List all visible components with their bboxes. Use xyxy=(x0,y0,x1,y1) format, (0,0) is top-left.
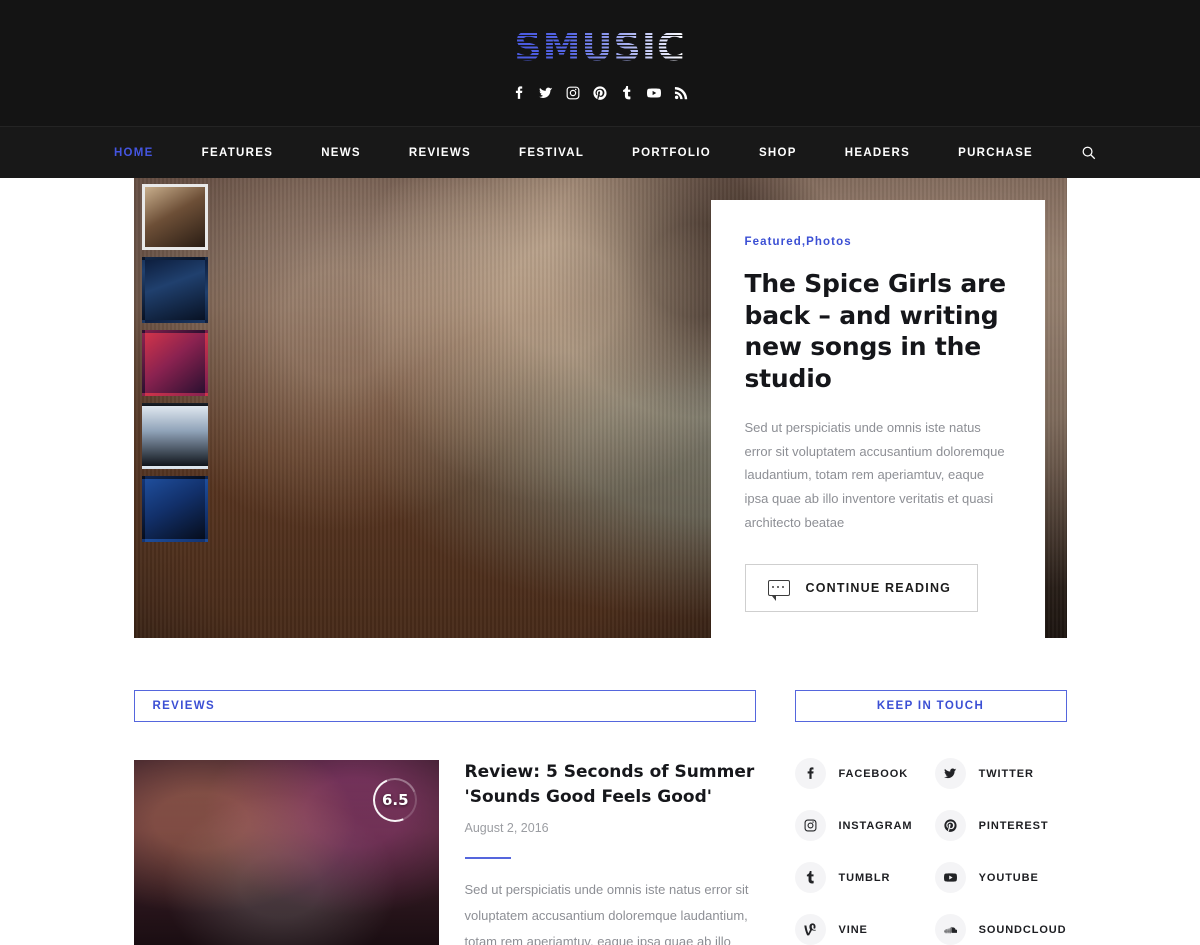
social-link-instagram[interactable]: INSTAGRAM xyxy=(794,810,913,841)
social-link-tumblr[interactable]: TUMBLR xyxy=(794,862,913,893)
pinterest-icon xyxy=(934,810,966,841)
hero-slider-section: Featured,Photos The Spice Girls are back… xyxy=(0,178,1200,638)
nav-item-headers[interactable]: HEADERS xyxy=(821,147,934,159)
twitter-icon xyxy=(934,758,966,789)
reviews-section-title: REVIEWS xyxy=(152,700,215,712)
nav-item-home[interactable]: HOME xyxy=(90,147,178,159)
vine-icon xyxy=(794,914,826,945)
soundcloud-icon xyxy=(934,914,966,945)
social-link-youtube[interactable]: YOUTUBE xyxy=(934,862,1067,893)
continue-reading-button[interactable]: CONTINUE READING xyxy=(744,564,979,613)
nav-item-festival[interactable]: FESTIVAL xyxy=(495,147,608,159)
social-link-twitter[interactable]: TWITTER xyxy=(934,758,1067,789)
hero-title[interactable]: The Spice Girls are back – and writing n… xyxy=(745,268,1011,394)
review-thumbnail[interactable]: 6.5 xyxy=(133,760,439,945)
hero-excerpt: Sed ut perspiciatis unde omnis iste natu… xyxy=(744,420,1005,530)
review-list-item: 6.5 Review: 5 Seconds of Summer 'Sounds … xyxy=(133,760,756,945)
pinterest-icon[interactable] xyxy=(593,86,607,100)
hero-thumbnail-rail xyxy=(141,184,208,542)
social-link-label: TWITTER xyxy=(978,767,1034,780)
hero-category[interactable]: Featured,Photos xyxy=(745,236,1011,248)
keep-in-touch-header: KEEP IN TOUCH xyxy=(794,690,1067,722)
hero-thumbnail-4[interactable] xyxy=(141,403,208,469)
youtube-icon[interactable] xyxy=(647,86,661,100)
nav-item-features[interactable]: FEATURES xyxy=(178,147,298,159)
hero-thumbnail-1[interactable] xyxy=(141,184,208,250)
site-logo-text: SMUSIC xyxy=(514,25,687,69)
tumblr-icon xyxy=(794,862,826,893)
sidebar: KEEP IN TOUCH FACEBOOK TWITTER INSTAGRAM… xyxy=(794,690,1067,945)
social-link-label: YOUTUBE xyxy=(978,871,1039,884)
hero-thumbnail-3[interactable] xyxy=(141,330,208,396)
content-grid: REVIEWS 6.5 Review: 5 Seconds of Summer … xyxy=(133,690,1067,945)
review-excerpt: Sed ut perspiciatis unde omnis iste natu… xyxy=(464,882,749,945)
nav-item-shop[interactable]: SHOP xyxy=(735,147,821,159)
site-logo[interactable]: SMUSIC xyxy=(514,25,687,69)
keep-in-touch-title: KEEP IN TOUCH xyxy=(876,700,985,712)
review-body: Review: 5 Seconds of Summer 'Sounds Good… xyxy=(464,760,756,945)
social-link-label: VINE xyxy=(838,923,868,936)
facebook-icon[interactable] xyxy=(512,86,526,100)
reviews-section-header: REVIEWS xyxy=(133,690,756,722)
nav-item-purchase[interactable]: PURCHASE xyxy=(934,147,1057,159)
twitter-icon[interactable] xyxy=(539,86,553,100)
review-divider xyxy=(464,857,511,860)
tumblr-icon[interactable] xyxy=(620,86,634,100)
hero-slider: Featured,Photos The Spice Girls are back… xyxy=(133,178,1067,638)
nav-item-reviews[interactable]: REVIEWS xyxy=(385,147,495,159)
social-link-label: FACEBOOK xyxy=(838,767,909,780)
header-social-links xyxy=(512,86,688,100)
review-date: August 2, 2016 xyxy=(464,821,549,836)
social-link-facebook[interactable]: FACEBOOK xyxy=(794,758,913,789)
facebook-icon xyxy=(794,758,826,789)
social-link-vine[interactable]: VINE xyxy=(794,914,913,945)
youtube-icon xyxy=(934,862,966,893)
nav-item-portfolio[interactable]: PORTFOLIO xyxy=(608,147,735,159)
comment-bubble-icon xyxy=(767,580,790,602)
social-link-soundcloud[interactable]: SOUNDCLOUD xyxy=(934,914,1067,945)
social-link-pinterest[interactable]: PINTEREST xyxy=(934,810,1067,841)
instagram-icon[interactable] xyxy=(566,86,580,100)
review-rating-value: 6.5 xyxy=(381,790,408,809)
hero-thumbnail-5[interactable] xyxy=(141,476,208,542)
search-icon[interactable] xyxy=(1057,145,1110,160)
nav-item-news[interactable]: NEWS xyxy=(297,147,385,159)
social-link-label: TUMBLR xyxy=(838,871,891,884)
social-link-label: PINTEREST xyxy=(978,819,1049,832)
review-title[interactable]: Review: 5 Seconds of Summer 'Sounds Good… xyxy=(465,760,756,809)
review-rating-badge: 6.5 xyxy=(365,771,424,829)
site-header: SMUSIC xyxy=(0,0,1200,126)
main-navigation: HOME FEATURES NEWS REVIEWS FESTIVAL PORT… xyxy=(0,126,1200,178)
keep-in-touch-links: FACEBOOK TWITTER INSTAGRAM PINTEREST TUM… xyxy=(794,758,1067,945)
hero-thumbnail-2[interactable] xyxy=(141,257,208,323)
instagram-icon xyxy=(794,810,826,841)
nav-list: HOME FEATURES NEWS REVIEWS FESTIVAL PORT… xyxy=(90,145,1110,160)
hero-caption-card: Featured,Photos The Spice Girls are back… xyxy=(710,200,1045,638)
social-link-label: INSTAGRAM xyxy=(838,819,913,832)
rss-icon[interactable] xyxy=(674,86,688,100)
social-link-label: SOUNDCLOUD xyxy=(978,923,1067,936)
continue-reading-label: CONTINUE READING xyxy=(805,581,952,596)
reviews-column: REVIEWS 6.5 Review: 5 Seconds of Summer … xyxy=(133,690,756,945)
